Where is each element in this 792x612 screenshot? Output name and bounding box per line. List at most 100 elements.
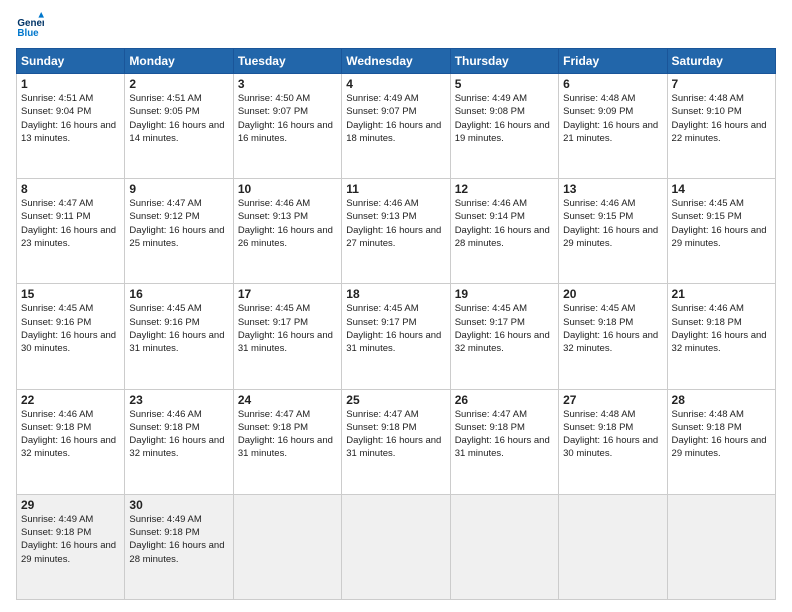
- calendar-day-cell: 16 Sunrise: 4:45 AM Sunset: 9:16 PM Dayl…: [125, 284, 233, 389]
- calendar-day-cell: 18 Sunrise: 4:45 AM Sunset: 9:17 PM Dayl…: [342, 284, 450, 389]
- daylight-label: Daylight: 16 hours and 30 minutes.: [21, 330, 116, 354]
- day-info: Sunrise: 4:46 AM Sunset: 9:18 PM Dayligh…: [129, 408, 228, 461]
- day-number: 8: [21, 182, 120, 196]
- sunset-label: Sunset: 9:18 PM: [455, 422, 525, 433]
- day-number: 13: [563, 182, 662, 196]
- calendar-day-cell: 11 Sunrise: 4:46 AM Sunset: 9:13 PM Dayl…: [342, 179, 450, 284]
- day-info: Sunrise: 4:45 AM Sunset: 9:15 PM Dayligh…: [672, 197, 771, 250]
- day-header: Monday: [125, 49, 233, 74]
- day-number: 22: [21, 393, 120, 407]
- sunset-label: Sunset: 9:16 PM: [21, 317, 91, 328]
- sunrise-label: Sunrise: 4:46 AM: [672, 303, 744, 314]
- day-header: Saturday: [667, 49, 775, 74]
- sunset-label: Sunset: 9:18 PM: [563, 317, 633, 328]
- sunset-label: Sunset: 9:18 PM: [238, 422, 308, 433]
- daylight-label: Daylight: 16 hours and 32 minutes.: [455, 330, 550, 354]
- sunrise-label: Sunrise: 4:48 AM: [563, 409, 635, 420]
- sunset-label: Sunset: 9:18 PM: [672, 317, 742, 328]
- calendar-day-cell: 10 Sunrise: 4:46 AM Sunset: 9:13 PM Dayl…: [233, 179, 341, 284]
- day-header: Sunday: [17, 49, 125, 74]
- day-info: Sunrise: 4:49 AM Sunset: 9:18 PM Dayligh…: [129, 513, 228, 566]
- day-number: 6: [563, 77, 662, 91]
- sunset-label: Sunset: 9:18 PM: [21, 527, 91, 538]
- daylight-label: Daylight: 16 hours and 23 minutes.: [21, 225, 116, 249]
- calendar-day-cell: 24 Sunrise: 4:47 AM Sunset: 9:18 PM Dayl…: [233, 389, 341, 494]
- sunrise-label: Sunrise: 4:47 AM: [21, 198, 93, 209]
- sunrise-label: Sunrise: 4:46 AM: [129, 409, 201, 420]
- day-number: 27: [563, 393, 662, 407]
- calendar-day-cell: 26 Sunrise: 4:47 AM Sunset: 9:18 PM Dayl…: [450, 389, 558, 494]
- sunrise-label: Sunrise: 4:48 AM: [672, 409, 744, 420]
- calendar-day-cell: 28 Sunrise: 4:48 AM Sunset: 9:18 PM Dayl…: [667, 389, 775, 494]
- day-number: 20: [563, 287, 662, 301]
- daylight-label: Daylight: 16 hours and 25 minutes.: [129, 225, 224, 249]
- day-info: Sunrise: 4:46 AM Sunset: 9:13 PM Dayligh…: [238, 197, 337, 250]
- daylight-label: Daylight: 16 hours and 31 minutes.: [238, 435, 333, 459]
- day-number: 7: [672, 77, 771, 91]
- calendar-week-row: 29 Sunrise: 4:49 AM Sunset: 9:18 PM Dayl…: [17, 494, 776, 599]
- calendar-header-row: SundayMondayTuesdayWednesdayThursdayFrid…: [17, 49, 776, 74]
- day-number: 12: [455, 182, 554, 196]
- sunrise-label: Sunrise: 4:49 AM: [129, 514, 201, 525]
- sunset-label: Sunset: 9:16 PM: [129, 317, 199, 328]
- day-info: Sunrise: 4:48 AM Sunset: 9:10 PM Dayligh…: [672, 92, 771, 145]
- calendar-day-cell: 2 Sunrise: 4:51 AM Sunset: 9:05 PM Dayli…: [125, 74, 233, 179]
- calendar-day-cell: 12 Sunrise: 4:46 AM Sunset: 9:14 PM Dayl…: [450, 179, 558, 284]
- sunrise-label: Sunrise: 4:45 AM: [455, 303, 527, 314]
- calendar-week-row: 1 Sunrise: 4:51 AM Sunset: 9:04 PM Dayli…: [17, 74, 776, 179]
- daylight-label: Daylight: 16 hours and 26 minutes.: [238, 225, 333, 249]
- sunrise-label: Sunrise: 4:45 AM: [563, 303, 635, 314]
- daylight-label: Daylight: 16 hours and 31 minutes.: [129, 330, 224, 354]
- sunrise-label: Sunrise: 4:47 AM: [129, 198, 201, 209]
- sunrise-label: Sunrise: 4:48 AM: [563, 93, 635, 104]
- calendar-day-cell: 22 Sunrise: 4:46 AM Sunset: 9:18 PM Dayl…: [17, 389, 125, 494]
- day-number: 19: [455, 287, 554, 301]
- day-info: Sunrise: 4:49 AM Sunset: 9:18 PM Dayligh…: [21, 513, 120, 566]
- day-info: Sunrise: 4:50 AM Sunset: 9:07 PM Dayligh…: [238, 92, 337, 145]
- sunset-label: Sunset: 9:18 PM: [129, 527, 199, 538]
- sunset-label: Sunset: 9:13 PM: [346, 211, 416, 222]
- day-number: 29: [21, 498, 120, 512]
- sunset-label: Sunset: 9:09 PM: [563, 106, 633, 117]
- sunrise-label: Sunrise: 4:50 AM: [238, 93, 310, 104]
- day-info: Sunrise: 4:45 AM Sunset: 9:18 PM Dayligh…: [563, 302, 662, 355]
- sunset-label: Sunset: 9:18 PM: [672, 422, 742, 433]
- calendar-week-row: 22 Sunrise: 4:46 AM Sunset: 9:18 PM Dayl…: [17, 389, 776, 494]
- sunrise-label: Sunrise: 4:46 AM: [238, 198, 310, 209]
- sunrise-label: Sunrise: 4:46 AM: [455, 198, 527, 209]
- sunrise-label: Sunrise: 4:49 AM: [455, 93, 527, 104]
- calendar-day-cell: 7 Sunrise: 4:48 AM Sunset: 9:10 PM Dayli…: [667, 74, 775, 179]
- calendar-day-cell: 20 Sunrise: 4:45 AM Sunset: 9:18 PM Dayl…: [559, 284, 667, 389]
- sunrise-label: Sunrise: 4:45 AM: [21, 303, 93, 314]
- logo: General Blue: [16, 12, 48, 40]
- day-header: Tuesday: [233, 49, 341, 74]
- calendar-day-cell: 23 Sunrise: 4:46 AM Sunset: 9:18 PM Dayl…: [125, 389, 233, 494]
- sunrise-label: Sunrise: 4:47 AM: [346, 409, 418, 420]
- calendar-day-cell: 14 Sunrise: 4:45 AM Sunset: 9:15 PM Dayl…: [667, 179, 775, 284]
- day-number: 9: [129, 182, 228, 196]
- calendar-day-cell: 19 Sunrise: 4:45 AM Sunset: 9:17 PM Dayl…: [450, 284, 558, 389]
- day-header: Thursday: [450, 49, 558, 74]
- day-number: 1: [21, 77, 120, 91]
- day-info: Sunrise: 4:47 AM Sunset: 9:18 PM Dayligh…: [238, 408, 337, 461]
- calendar-day-cell: 15 Sunrise: 4:45 AM Sunset: 9:16 PM Dayl…: [17, 284, 125, 389]
- sunrise-label: Sunrise: 4:51 AM: [21, 93, 93, 104]
- day-info: Sunrise: 4:47 AM Sunset: 9:18 PM Dayligh…: [346, 408, 445, 461]
- day-info: Sunrise: 4:48 AM Sunset: 9:09 PM Dayligh…: [563, 92, 662, 145]
- day-info: Sunrise: 4:46 AM Sunset: 9:15 PM Dayligh…: [563, 197, 662, 250]
- day-info: Sunrise: 4:46 AM Sunset: 9:13 PM Dayligh…: [346, 197, 445, 250]
- daylight-label: Daylight: 16 hours and 30 minutes.: [563, 435, 658, 459]
- sunset-label: Sunset: 9:04 PM: [21, 106, 91, 117]
- day-info: Sunrise: 4:45 AM Sunset: 9:16 PM Dayligh…: [129, 302, 228, 355]
- daylight-label: Daylight: 16 hours and 31 minutes.: [346, 435, 441, 459]
- sunrise-label: Sunrise: 4:51 AM: [129, 93, 201, 104]
- day-info: Sunrise: 4:47 AM Sunset: 9:18 PM Dayligh…: [455, 408, 554, 461]
- daylight-label: Daylight: 16 hours and 19 minutes.: [455, 120, 550, 144]
- daylight-label: Daylight: 16 hours and 29 minutes.: [672, 225, 767, 249]
- day-number: 28: [672, 393, 771, 407]
- daylight-label: Daylight: 16 hours and 22 minutes.: [672, 120, 767, 144]
- sunrise-label: Sunrise: 4:49 AM: [346, 93, 418, 104]
- daylight-label: Daylight: 16 hours and 28 minutes.: [129, 540, 224, 564]
- svg-text:Blue: Blue: [17, 28, 39, 39]
- day-number: 10: [238, 182, 337, 196]
